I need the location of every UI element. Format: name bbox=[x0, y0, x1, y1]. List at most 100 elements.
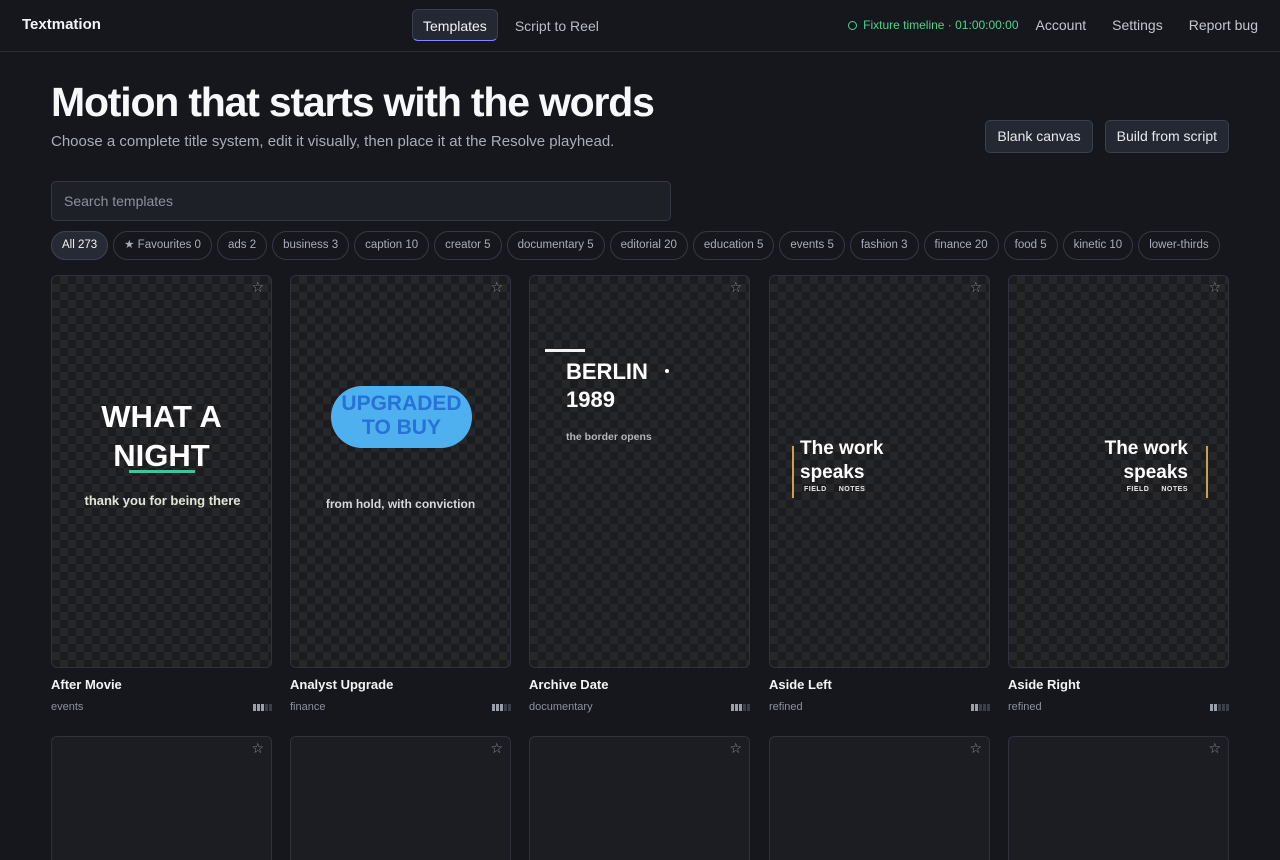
preview-line2: 1989 bbox=[566, 387, 615, 412]
preview-headline: WHAT A NIGHT bbox=[52, 397, 271, 475]
template-name: Aside Left bbox=[769, 677, 832, 692]
search-input[interactable] bbox=[51, 181, 671, 221]
blank-canvas-button[interactable]: Blank canvas bbox=[985, 120, 1093, 153]
preview-line2: speaks bbox=[800, 462, 865, 483]
preview-tag: NOTES bbox=[838, 486, 866, 493]
chip-lower-thirds[interactable]: lower-thirds bbox=[1138, 231, 1220, 260]
preview-tag: NOTES bbox=[1161, 486, 1188, 493]
preview-underline bbox=[129, 470, 195, 473]
timeline-status-text: Fixture timeline · 01:00:00:00 bbox=[863, 18, 1019, 32]
template-card[interactable]: ☆ The work speaks FIELD NOTES Aside Right… bbox=[1008, 275, 1229, 713]
template-preview[interactable]: ☆ bbox=[290, 736, 511, 860]
template-meta: refined bbox=[1008, 701, 1229, 713]
preview-tag: FIELD bbox=[804, 486, 827, 493]
template-category: events bbox=[51, 701, 84, 713]
chip-editorial[interactable]: editorial 20 bbox=[609, 231, 688, 260]
template-preview[interactable]: ☆ The work speaks FIELD NOTES bbox=[1008, 275, 1229, 668]
template-meta: finance bbox=[290, 701, 511, 713]
template-card[interactable]: ☆ WHAT A NIGHT thank you for being there… bbox=[51, 275, 272, 713]
template-preview[interactable]: ☆ The work speaks FIELD NOTES bbox=[769, 275, 990, 668]
template-name: Analyst Upgrade bbox=[290, 677, 394, 692]
chip-fashion[interactable]: fashion 3 bbox=[849, 231, 919, 260]
template-card[interactable]: ☆ The work speaks FIELD NOTES Aside Left … bbox=[769, 275, 990, 713]
chip-all[interactable]: All 273 bbox=[51, 231, 109, 260]
circle-status-icon bbox=[848, 20, 858, 30]
complexity-meter bbox=[253, 703, 272, 711]
chip-education[interactable]: education 5 bbox=[692, 231, 775, 260]
template-preview[interactable]: ☆ bbox=[51, 736, 272, 860]
preview-line1: The work bbox=[800, 438, 884, 459]
page-title: Motion that starts with the words bbox=[51, 79, 655, 125]
category-filter-chips: All 273 ★ Favourites 0 ads 2 business 3 … bbox=[51, 231, 1229, 261]
chip-documentary[interactable]: documentary 5 bbox=[506, 231, 605, 260]
chip-events[interactable]: events 5 bbox=[779, 231, 845, 260]
star-outline-icon[interactable]: ☆ bbox=[969, 740, 982, 757]
preview-accent-bar bbox=[792, 446, 794, 498]
preview-canvas: The work speaks FIELD NOTES bbox=[770, 276, 989, 667]
template-name: After Movie bbox=[51, 677, 122, 692]
template-card[interactable]: ☆ bbox=[769, 736, 990, 860]
preview-line2: TO BUY bbox=[362, 416, 441, 439]
preview-headline: The work speaks bbox=[1105, 437, 1188, 485]
chip-finance[interactable]: finance 20 bbox=[923, 231, 999, 260]
preview-line1: WHAT A bbox=[101, 399, 222, 434]
chip-kinetic[interactable]: kinetic 10 bbox=[1062, 231, 1134, 260]
brand-logo[interactable]: Textmation bbox=[22, 16, 101, 33]
complexity-meter bbox=[971, 703, 990, 711]
preview-canvas: WHAT A NIGHT thank you for being there bbox=[52, 276, 271, 667]
template-card[interactable]: ☆ bbox=[51, 736, 272, 860]
template-card[interactable]: ☆ bbox=[290, 736, 511, 860]
preview-subtitle: from hold, with conviction bbox=[325, 497, 476, 511]
complexity-meter bbox=[1210, 703, 1229, 711]
complexity-meter bbox=[731, 703, 750, 711]
top-bar: Textmation Templates Script to Reel Fixt… bbox=[0, 0, 1280, 52]
tab-script-to-reel[interactable]: Script to Reel bbox=[504, 9, 610, 41]
star-outline-icon[interactable]: ☆ bbox=[1208, 740, 1221, 757]
chip-caption[interactable]: caption 10 bbox=[354, 231, 430, 260]
template-category: refined bbox=[769, 701, 803, 713]
chip-ads[interactable]: ads 2 bbox=[216, 231, 268, 260]
template-preview[interactable]: ☆ bbox=[769, 736, 990, 860]
template-card[interactable]: ☆ UPGRADED TO BUY from hold, with convic… bbox=[290, 275, 511, 713]
template-name: Aside Right bbox=[1008, 677, 1081, 692]
template-category: documentary bbox=[529, 701, 593, 713]
preview-line1: BERLIN bbox=[566, 359, 648, 384]
chip-food[interactable]: food 5 bbox=[1003, 231, 1058, 260]
chip-creator[interactable]: creator 5 bbox=[434, 231, 502, 260]
preview-canvas: The work speaks FIELD NOTES bbox=[1009, 276, 1228, 667]
template-category: refined bbox=[1008, 701, 1042, 713]
template-preview[interactable]: ☆ UPGRADED TO BUY from hold, with convic… bbox=[290, 275, 511, 668]
preview-rule bbox=[545, 349, 585, 352]
template-preview[interactable]: ☆ WHAT A NIGHT thank you for being there bbox=[51, 275, 272, 668]
build-from-script-button[interactable]: Build from script bbox=[1104, 120, 1229, 153]
preview-line1: The work bbox=[1104, 438, 1188, 459]
preview-tags: FIELD NOTES bbox=[1115, 486, 1188, 493]
template-card[interactable]: ☆ bbox=[529, 736, 750, 860]
chip-favourites[interactable]: ★ Favourites 0 bbox=[113, 231, 212, 260]
chip-business[interactable]: business 3 bbox=[272, 231, 350, 260]
main-nav: Templates Script to Reel bbox=[412, 9, 610, 41]
star-outline-icon[interactable]: ☆ bbox=[251, 740, 264, 757]
preview-pill: UPGRADED TO BUY bbox=[331, 386, 472, 448]
template-preview[interactable]: ☆ bbox=[529, 736, 750, 860]
preview-accent-bar bbox=[1206, 446, 1208, 498]
report-bug-link[interactable]: Report bug bbox=[1189, 17, 1258, 33]
preview-subtitle: thank you for being there bbox=[84, 493, 241, 508]
template-card[interactable]: ☆ bbox=[1008, 736, 1229, 860]
settings-link[interactable]: Settings bbox=[1112, 17, 1163, 33]
template-name: Archive Date bbox=[529, 677, 609, 692]
account-link[interactable]: Account bbox=[1036, 17, 1087, 33]
page-subtitle: Choose a complete title system, edit it … bbox=[51, 133, 615, 150]
preview-canvas: UPGRADED TO BUY from hold, with convicti… bbox=[291, 276, 510, 667]
template-preview[interactable]: ☆ bbox=[1008, 736, 1229, 860]
preview-dot bbox=[665, 369, 669, 373]
template-preview[interactable]: ☆ BERLIN 1989 the border opens bbox=[529, 275, 750, 668]
star-outline-icon[interactable]: ☆ bbox=[490, 740, 503, 757]
preview-headline: The work speaks bbox=[800, 437, 883, 485]
preview-subtitle: the border opens bbox=[566, 431, 652, 443]
template-card[interactable]: ☆ BERLIN 1989 the border opens Archive D… bbox=[529, 275, 750, 713]
star-outline-icon[interactable]: ☆ bbox=[729, 740, 742, 757]
tab-templates[interactable]: Templates bbox=[412, 9, 498, 41]
preview-headline: BERLIN 1989 bbox=[566, 358, 648, 414]
preview-line1: UPGRADED bbox=[341, 392, 462, 415]
